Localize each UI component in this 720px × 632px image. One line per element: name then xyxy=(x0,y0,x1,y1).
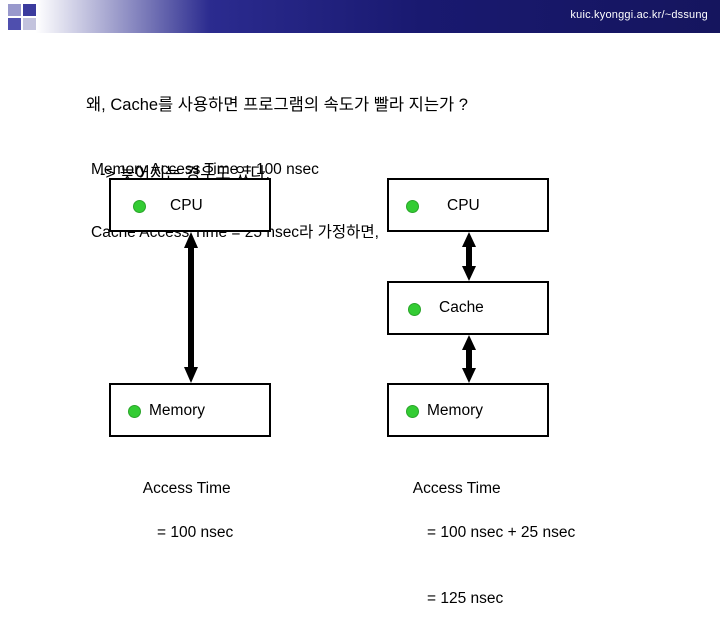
caption-left: Access Time = 100 nsec xyxy=(135,456,234,566)
header-url-text: kuic.kyonggi.ac.kr/~dssung xyxy=(570,9,708,21)
bullet-icon xyxy=(133,200,146,213)
box-memory-left: Memory xyxy=(109,383,271,437)
bullet-icon xyxy=(408,303,421,316)
bullet-icon xyxy=(128,405,141,418)
slide-header-band: kuic.kyonggi.ac.kr/~dssung xyxy=(0,0,720,33)
box-cpu-right: CPU xyxy=(387,178,549,232)
caption-right: Access Time = 100 nsec + 25 nsec = 125 n… xyxy=(405,456,575,632)
caption-right-line-1: Access Time xyxy=(412,480,501,497)
caption-right-line-2: = 100 nsec + 25 nsec xyxy=(427,524,576,541)
arrow-cpu-cache-right xyxy=(462,232,476,281)
box-memory-right: Memory xyxy=(387,383,549,437)
caption-left-line-2: = 100 nsec xyxy=(157,524,234,541)
box-label: Memory xyxy=(427,402,483,419)
caption-left-line-1: Access Time xyxy=(142,480,231,497)
title-line-1: 왜, Cache를 사용하면 프로그램의 속도가 빨라 지는가 ? xyxy=(86,96,468,114)
caption-right-line-3: = 125 nsec xyxy=(427,590,504,607)
bullet-icon xyxy=(406,405,419,418)
logo-square-3 xyxy=(8,18,21,30)
logo-square-1 xyxy=(8,4,21,16)
bullet-icon xyxy=(406,200,419,213)
box-label: CPU xyxy=(170,197,203,214)
logo-square-4 xyxy=(23,18,36,30)
box-cache-right: Cache xyxy=(387,281,549,335)
box-label: Cache xyxy=(439,299,484,316)
box-label: CPU xyxy=(447,197,480,214)
logo-square-2 xyxy=(23,4,36,16)
assumption-line-1: Memory Access Time = 100 nsec xyxy=(91,161,319,178)
box-label: Memory xyxy=(149,402,205,419)
box-cpu-left: CPU xyxy=(109,178,271,232)
arrow-cpu-memory-left xyxy=(184,232,198,383)
arrow-cache-memory-right xyxy=(462,335,476,383)
header-logo-squares xyxy=(8,4,54,30)
